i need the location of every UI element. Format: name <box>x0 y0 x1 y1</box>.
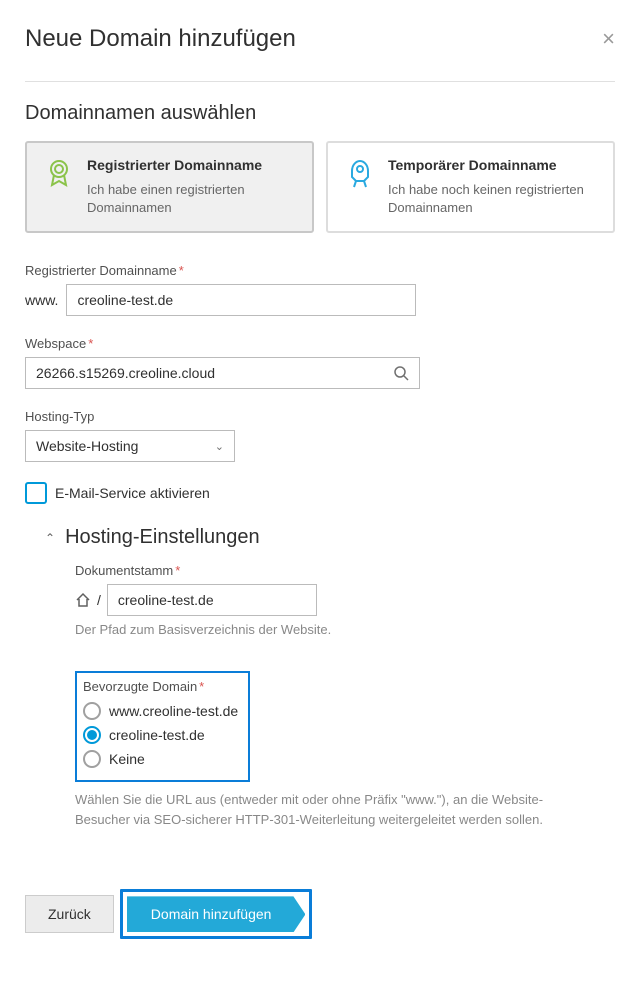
divider <box>25 81 615 82</box>
webspace-select[interactable]: 26266.s15269.creoline.cloud <box>25 357 420 389</box>
preferred-domain-hint: Wählen Sie die URL aus (entweder mit ode… <box>75 790 555 829</box>
card-temporary-desc: Ich habe noch keinen registrierten Domai… <box>388 181 597 217</box>
domain-prefix: www. <box>25 292 58 308</box>
radio-icon <box>83 750 101 768</box>
required-star: * <box>175 563 180 578</box>
domain-name-label: Registrierter Domainname* <box>25 263 615 278</box>
radio-plain[interactable]: creoline-test.de <box>83 726 238 744</box>
hosting-settings-title: Hosting-Einstellungen <box>65 526 260 549</box>
chevron-down-icon: ⌄ <box>215 440 224 453</box>
doc-root-label: Dokumentstamm* <box>75 563 615 578</box>
back-button[interactable]: Zurück <box>25 895 114 933</box>
radio-none-label: Keine <box>109 751 145 767</box>
radio-icon <box>83 726 101 744</box>
rocket-icon <box>344 157 376 189</box>
submit-button-highlight: Domain hinzufügen <box>120 889 313 939</box>
email-service-checkbox[interactable] <box>25 482 47 504</box>
card-registered-desc: Ich habe einen registrierten Domainnamen <box>87 181 296 217</box>
email-service-label: E-Mail-Service aktivieren <box>55 485 210 501</box>
hosting-type-value: Website-Hosting <box>36 438 138 454</box>
doc-root-hint: Der Pfad zum Basisverzeichnis der Websit… <box>75 622 615 637</box>
ribbon-icon <box>43 157 75 189</box>
close-icon[interactable]: × <box>602 26 615 52</box>
card-temporary-title: Temporärer Domainname <box>388 157 597 173</box>
preferred-domain-highlight: Bevorzugte Domain* www.creoline-test.de … <box>75 671 250 782</box>
domain-name-input[interactable] <box>66 284 416 316</box>
hosting-type-select[interactable]: Website-Hosting ⌄ <box>25 430 235 462</box>
hosting-type-label: Hosting-Typ <box>25 409 615 424</box>
doc-root-prefix: / <box>97 592 101 608</box>
search-icon <box>393 365 409 381</box>
preferred-domain-label: Bevorzugte Domain* <box>83 679 238 694</box>
required-star: * <box>88 336 93 351</box>
add-domain-button[interactable]: Domain hinzufügen <box>127 896 306 932</box>
required-star: * <box>199 679 204 694</box>
doc-root-input[interactable] <box>107 584 317 616</box>
required-star: * <box>179 263 184 278</box>
card-registered-title: Registrierter Domainname <box>87 157 296 173</box>
dialog-title: Neue Domain hinzufügen <box>25 25 296 53</box>
radio-plain-label: creoline-test.de <box>109 727 205 743</box>
radio-icon <box>83 702 101 720</box>
home-icon <box>75 592 91 608</box>
webspace-value: 26266.s15269.creoline.cloud <box>36 365 215 381</box>
card-temporary-domain[interactable]: Temporärer Domainname Ich habe noch kein… <box>326 141 615 233</box>
card-registered-domain[interactable]: Registrierter Domainname Ich habe einen … <box>25 141 314 233</box>
radio-www[interactable]: www.creoline-test.de <box>83 702 238 720</box>
collapse-caret-icon[interactable]: ⌃ <box>45 531 55 545</box>
webspace-label: Webspace* <box>25 336 615 351</box>
domain-type-cards: Registrierter Domainname Ich habe einen … <box>25 141 615 233</box>
radio-none[interactable]: Keine <box>83 750 238 768</box>
section-select-domain: Domainnamen auswählen <box>25 102 615 125</box>
radio-www-label: www.creoline-test.de <box>109 703 238 719</box>
